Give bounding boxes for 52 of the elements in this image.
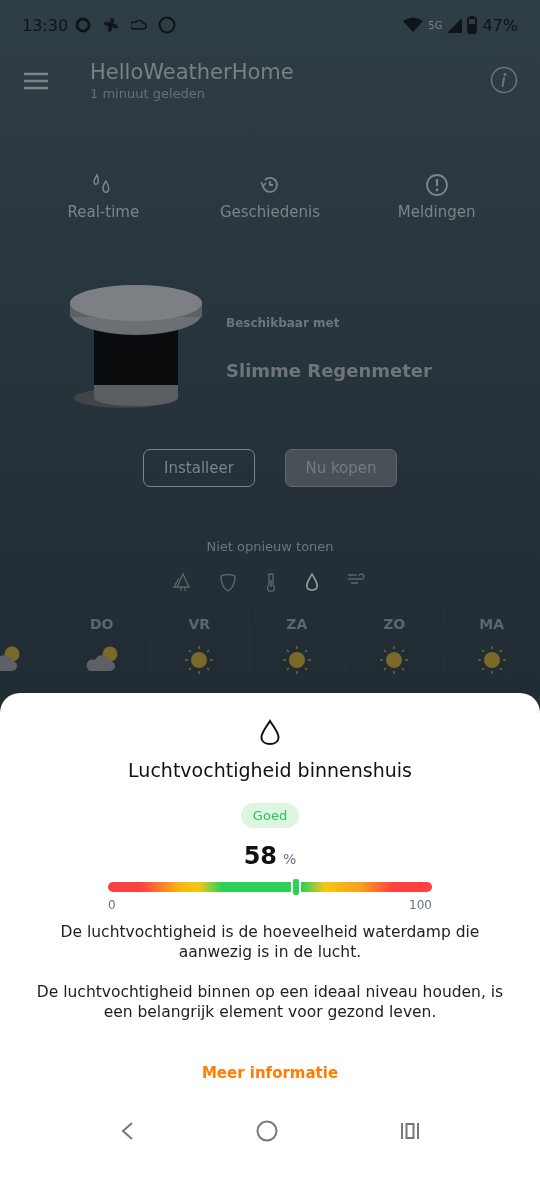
wind-icon [347,572,367,586]
last-update: 1 minuut geleden [90,86,206,101]
sun-icon [379,645,410,675]
forecast-day: VR [188,616,211,633]
ring-icon [75,17,92,33]
nav-tab[interactable]: Real-time [28,173,179,221]
sun-icon [281,645,312,675]
scale-min: 0 [108,898,116,912]
drop-icon [305,572,319,592]
humidity-unit: % [283,851,297,867]
wifi-icon [403,17,424,33]
thermometer-icon [265,572,277,592]
signal-icon [447,17,463,33]
measure-tab[interactable] [265,572,277,592]
info-icon[interactable] [490,66,518,94]
sun-icon [184,645,215,675]
network-label: 5G [428,19,443,31]
recent-apps-icon[interactable] [400,1122,420,1140]
product-name: Slimme Regenmeter [226,359,432,381]
drop-icon [259,719,281,747]
fan-icon [102,16,121,34]
sheet-title: Luchtvochtigheid binnenshuis [128,759,412,781]
measure-tab[interactable] [173,572,191,592]
home-icon[interactable] [256,1120,278,1142]
promo-caption: Beschikbaar met [226,315,341,330]
shield-icon [219,572,237,592]
humidity-value: 58 [243,842,278,870]
back-icon[interactable] [120,1121,134,1141]
cloud-sun-icon [83,645,120,673]
forecast-day: MA [479,616,505,633]
scale-max: 100 [409,898,432,912]
circle-icon [158,16,177,34]
measure-tab[interactable] [305,572,319,592]
menu-icon[interactable] [24,72,48,90]
battery-icon [467,16,478,34]
app-title: HelloWeatherHome [90,60,295,84]
forecast-day: DO [90,616,114,633]
forecast-day: ZA [286,616,308,633]
nav-tab[interactable]: Meldingen [361,173,512,221]
forecast-day: ZO [383,616,406,633]
more-info-link[interactable]: Meer informatie [201,1064,339,1082]
dismiss-link[interactable]: Niet opnieuw tonen [206,539,334,554]
cloud-icon [131,19,148,31]
install-button[interactable]: Installeer [143,449,255,487]
measure-tab[interactable] [219,572,237,592]
status-badge: Goed [240,803,300,828]
description-text: De luchtvochtigheid is de hoeveelheid waterdamp die aanwezig is in de lucht. [59,922,481,962]
sun-icon [476,645,507,675]
tree-icon [173,572,191,592]
alert-icon [424,173,449,197]
description-text: De luchtvochtigheid binnen op een ideaal niveau houden, is een belangrijk element voor gezond leven. [35,982,505,1022]
nav-tab[interactable]: Geschiedenis [195,173,345,221]
